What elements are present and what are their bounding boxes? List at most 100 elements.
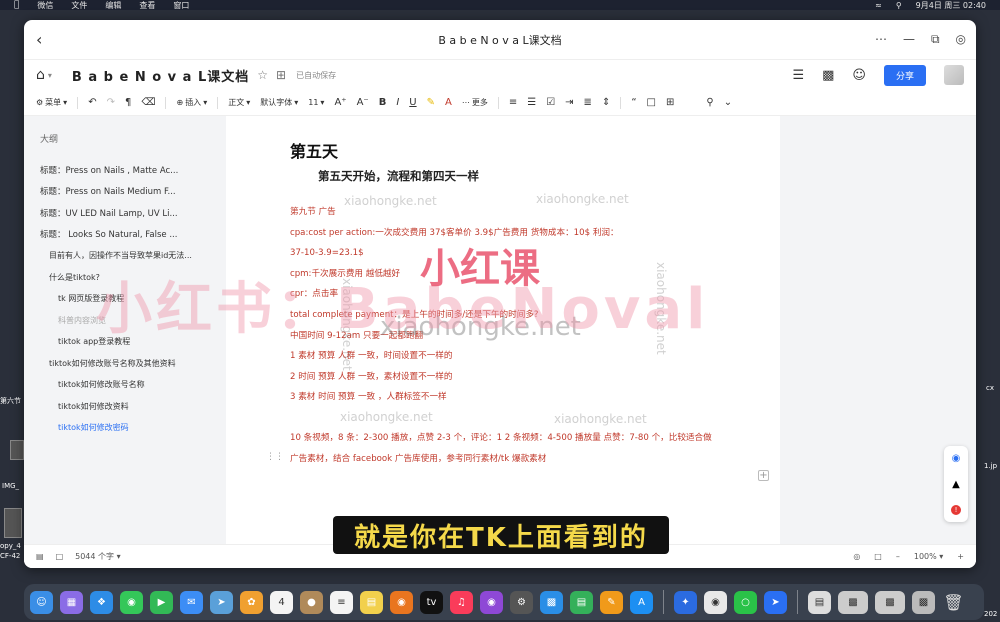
desktop-file-label[interactable]: CF-42 — [0, 552, 20, 560]
more-button[interactable]: ⋯ 更多 — [462, 97, 488, 108]
menu-item-edit[interactable]: 编辑 — [105, 0, 121, 11]
assistant-icon[interactable]: ◉ — [952, 453, 961, 464]
doc-paragraph[interactable]: 10 条视频，8 条：2-300 播放，点赞 2-3 个，评论：1 2 条视频：… — [290, 428, 716, 469]
paragraph-style-select[interactable]: 正文 ▾ — [228, 97, 250, 108]
outline-toggle-icon[interactable]: ▤ — [36, 552, 44, 561]
star-icon[interactable]: ☆ — [257, 68, 268, 82]
app-store-icon[interactable]: A — [630, 590, 653, 614]
font-family-select[interactable]: 默认字体 ▾ — [260, 97, 298, 108]
outline-item[interactable]: 什么是tiktok? — [34, 267, 214, 289]
outline-item[interactable]: tiktok app登录教程 — [34, 331, 214, 353]
desktop-file-thumbnail[interactable] — [10, 440, 24, 460]
launchpad-icon[interactable]: ▦ — [60, 590, 83, 614]
quote-icon[interactable]: “ — [631, 97, 636, 108]
menu-item-view[interactable]: 查看 — [139, 0, 155, 11]
messages-icon[interactable]: ◉ — [120, 590, 143, 614]
doc-line[interactable]: 2 时间 预算 人群 一致，素材设置不一样的 — [290, 367, 716, 388]
document-name[interactable]: B a b e N o v a L课文档 — [72, 66, 249, 85]
doc-line[interactable]: 1 素材 预算 人群 一致，时间设置不一样的 — [290, 346, 716, 367]
wifi-icon[interactable]: ≈ — [875, 1, 882, 10]
contacts-icon[interactable]: ● — [300, 590, 323, 614]
finder-icon[interactable]: ☺ — [30, 590, 53, 614]
maps-icon[interactable]: ➤ — [210, 590, 233, 614]
table-icon[interactable]: ⊞ — [666, 97, 674, 108]
line-spacing-icon[interactable]: ⇕ — [602, 97, 610, 108]
desktop-file-thumbnail[interactable] — [4, 508, 22, 538]
redo-icon[interactable]: ↷ — [107, 97, 115, 108]
chevron-down-icon[interactable]: ▾ — [48, 71, 52, 80]
facetime-icon[interactable]: ▶ — [150, 590, 173, 614]
doc-line[interactable]: 37-10-3.9=23.1$ — [290, 243, 716, 264]
mail-icon[interactable]: ✉ — [180, 590, 203, 614]
indent-icon[interactable]: ⇥ — [565, 97, 573, 108]
safari-icon[interactable]: ❖ — [90, 590, 113, 614]
doc-line[interactable]: cpm:千次展示费用 越低越好 — [290, 264, 716, 285]
trash-icon[interactable]: 🗑 — [942, 591, 965, 614]
keynote-icon[interactable]: ▩ — [540, 590, 563, 614]
more-dots-icon[interactable]: ⋯ — [875, 32, 887, 47]
bold-icon[interactable]: B — [379, 97, 387, 108]
wechat-icon[interactable]: ○ — [734, 590, 757, 614]
outline-item[interactable]: tiktok如何修改资料 — [34, 396, 214, 418]
lark-icon[interactable]: ✦ — [674, 590, 697, 614]
document-page[interactable]: 第五天 第五天开始，流程和第四天一样 第九节 广告 cpa:cost per a… — [226, 116, 780, 544]
doc-line[interactable]: cpa:cost per action:一次成交费用 37$客单价 3.9$广告… — [290, 223, 716, 244]
add-collaborator-icon[interactable]: ☺ — [852, 68, 866, 83]
checklist-icon[interactable]: ☑ — [546, 97, 555, 108]
present-icon[interactable]: ▩ — [822, 68, 834, 83]
menu-item-window[interactable]: 窗口 — [173, 0, 189, 11]
zoom-out-icon[interactable]: – — [896, 552, 900, 561]
doc-line[interactable]: 3 素材 时间 预算 一致 ，人群标签不一样 — [290, 387, 716, 408]
avatar[interactable] — [944, 65, 964, 85]
italic-icon[interactable]: I — [396, 97, 399, 108]
doc-line[interactable]: 第九节 广告 — [290, 202, 716, 223]
page-icon[interactable]: □ — [56, 552, 64, 561]
numbered-list-icon[interactable]: ☰ — [527, 97, 536, 108]
back-icon[interactable]: ‹ — [36, 30, 42, 49]
outline-item[interactable]: tiktok如何修改账号名称及其他资料 — [34, 353, 214, 375]
comment-icon[interactable]: □ — [647, 97, 656, 108]
list-menu-icon[interactable]: ☰ — [792, 68, 804, 83]
desktop-file-label[interactable]: 1.jp — [984, 462, 997, 470]
outline-item[interactable]: 标题：Press on Nails , Matte Ac... — [34, 159, 214, 181]
menu-item-app[interactable]: 微信 — [37, 0, 53, 11]
outline-item[interactable]: 目前有人，因操作不当导致苹果id无法... — [34, 245, 214, 267]
music-icon[interactable]: ♫ — [450, 590, 473, 614]
reminders-icon[interactable]: ≡ — [330, 590, 353, 614]
focus-icon[interactable]: ◎ — [853, 552, 860, 561]
photos-icon[interactable]: ✿ — [240, 590, 263, 614]
apple-icon[interactable]:  — [14, 0, 19, 10]
zoom-level[interactable]: 100% ▾ — [914, 552, 943, 561]
notification-badge[interactable]: ! — [951, 504, 961, 515]
home-icon[interactable]: ⌂ — [36, 67, 45, 83]
outline-item[interactable]: tiktok如何修改账号名称 — [34, 374, 214, 396]
page-heading[interactable]: 第五天 — [290, 138, 716, 162]
doc-line[interactable]: 中国时间 9-12am 只要一起都跑翻 — [290, 326, 716, 347]
outline-item[interactable]: 科普内容浏览 — [34, 310, 214, 332]
chrome-icon[interactable]: ◉ — [704, 590, 727, 614]
add-block-icon[interactable]: + — [758, 470, 769, 481]
desktop-file-label[interactable]: cx — [986, 384, 994, 392]
shirt-icon[interactable]: ▲ — [952, 479, 960, 490]
restore-icon[interactable]: ⧉ — [931, 32, 940, 47]
fit-page-icon[interactable]: □ — [874, 552, 882, 561]
folder-icon[interactable]: ⊞ — [276, 68, 286, 82]
desktop-file-label[interactable]: 202 — [984, 610, 997, 618]
calendar-icon[interactable]: 4 — [270, 590, 293, 614]
image-stack-icon[interactable]: ▩ — [912, 590, 935, 614]
outline-item[interactable]: 标题：Press on Nails Medium F... — [34, 181, 214, 203]
desktop-file-label[interactable]: IMG_ — [2, 482, 19, 490]
share-button[interactable]: 分享 — [883, 64, 926, 86]
font-color-icon[interactable]: A — [445, 97, 452, 108]
search-icon[interactable]: ⚲ — [896, 1, 902, 10]
feishu-icon[interactable]: ➤ — [764, 590, 787, 614]
menu-item-file[interactable]: 文件 — [71, 0, 87, 11]
menu-button[interactable]: ⚙ 菜单 ▾ — [36, 97, 67, 108]
clock[interactable]: 9月4日 周三 02:40 — [916, 0, 986, 11]
settings-gear-icon[interactable]: ⚙ — [510, 590, 533, 614]
page-subheading[interactable]: 第五天开始，流程和第四天一样 — [318, 168, 716, 184]
collapse-chevron-icon[interactable]: ⌄ — [724, 97, 732, 108]
font-size-select[interactable]: 11 ▾ — [308, 98, 324, 107]
podcasts-icon[interactable]: ◉ — [480, 590, 503, 614]
outline-item[interactable]: tiktok如何修改密码 — [34, 417, 214, 439]
